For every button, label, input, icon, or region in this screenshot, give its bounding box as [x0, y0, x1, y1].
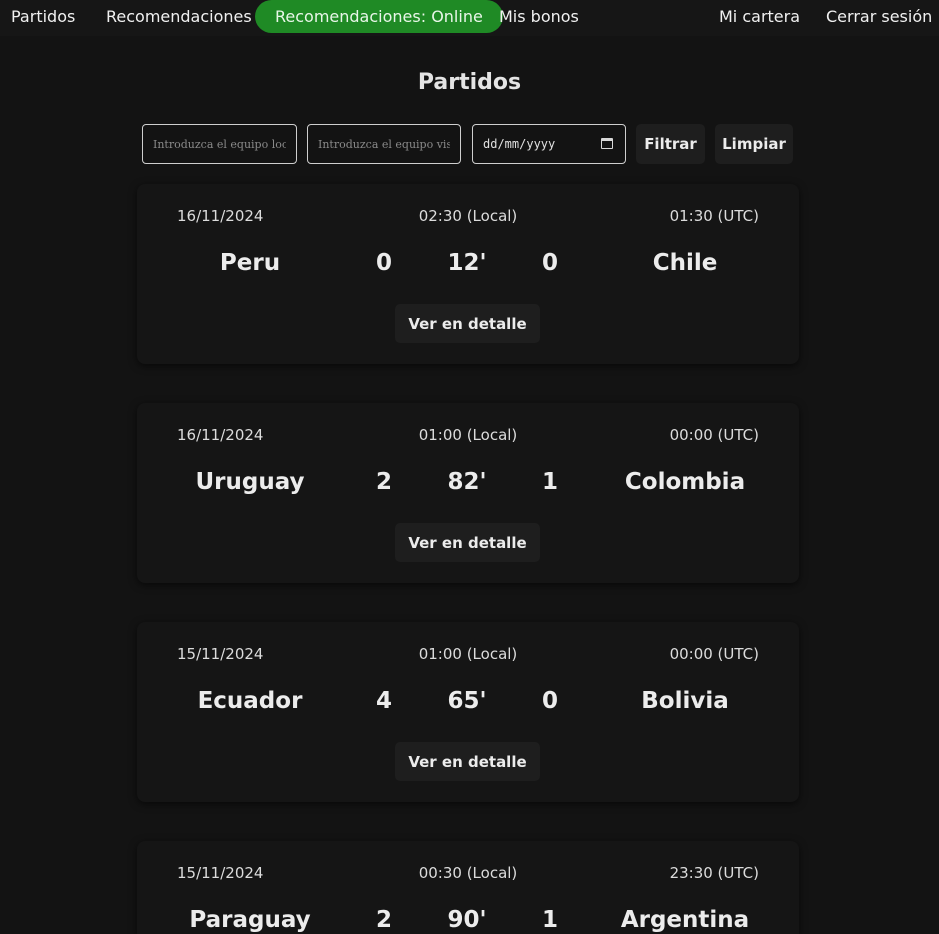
- home-score: 2: [375, 907, 392, 933]
- date-placeholder: dd/mm/yyyy: [483, 137, 556, 151]
- nav-link-mis-bonos[interactable]: Mis bonos: [499, 0, 579, 33]
- away-team-name: Chile: [652, 250, 718, 276]
- top-navigation: Partidos Recomendaciones Recomendaciones…: [0, 0, 939, 36]
- home-team-name: Paraguay: [189, 907, 311, 933]
- nav-link-mi-cartera[interactable]: Mi cartera: [719, 0, 800, 33]
- away-score: 0: [541, 688, 558, 714]
- away-team-name: Argentina: [620, 907, 750, 933]
- calendar-icon[interactable]: [601, 138, 613, 149]
- nav-link-partidos[interactable]: Partidos: [11, 0, 75, 33]
- match-minute: 82': [447, 469, 487, 495]
- match-card: 15/11/2024 00:30 (Local) 23:30 (UTC) Par…: [137, 841, 799, 934]
- away-team-name: Bolivia: [641, 688, 729, 714]
- match-card: 15/11/2024 01:00 (Local) 00:00 (UTC) Ecu…: [137, 622, 799, 802]
- home-score: 2: [375, 469, 392, 495]
- match-utc-time: 00:00 (UTC): [669, 645, 759, 663]
- match-minute: 90': [447, 907, 487, 933]
- away-team-input[interactable]: [307, 124, 461, 164]
- home-score: 4: [375, 688, 392, 714]
- match-utc-time: 23:30 (UTC): [669, 864, 759, 882]
- away-team-name: Colombia: [624, 469, 746, 495]
- match-minute: 65': [447, 688, 487, 714]
- match-minute: 12': [447, 250, 487, 276]
- match-utc-time: 00:00 (UTC): [669, 426, 759, 444]
- home-team-input[interactable]: [142, 124, 297, 164]
- nav-link-recomendaciones[interactable]: Recomendaciones: [106, 0, 252, 33]
- nav-link-recomendaciones-online[interactable]: Recomendaciones: Online: [255, 0, 503, 33]
- away-score: 1: [541, 907, 558, 933]
- match-card: 16/11/2024 01:00 (Local) 00:00 (UTC) Uru…: [137, 403, 799, 583]
- view-detail-button[interactable]: Ver en detalle: [395, 742, 540, 781]
- clear-button[interactable]: Limpiar: [715, 124, 793, 164]
- page-title: Partidos: [417, 70, 522, 95]
- view-detail-button[interactable]: Ver en detalle: [395, 523, 540, 562]
- home-team-name: Uruguay: [195, 469, 305, 495]
- home-team-name: Ecuador: [197, 688, 303, 714]
- home-score: 0: [375, 250, 392, 276]
- away-score: 1: [541, 469, 558, 495]
- match-utc-time: 01:30 (UTC): [669, 207, 759, 225]
- away-score: 0: [541, 250, 558, 276]
- home-team-name: Peru: [219, 250, 281, 276]
- view-detail-button[interactable]: Ver en detalle: [395, 304, 540, 343]
- filter-button[interactable]: Filtrar: [636, 124, 705, 164]
- match-card: 16/11/2024 02:30 (Local) 01:30 (UTC) Per…: [137, 184, 799, 364]
- date-input[interactable]: dd/mm/yyyy: [472, 124, 626, 164]
- nav-link-cerrar-sesion[interactable]: Cerrar sesión: [826, 0, 932, 33]
